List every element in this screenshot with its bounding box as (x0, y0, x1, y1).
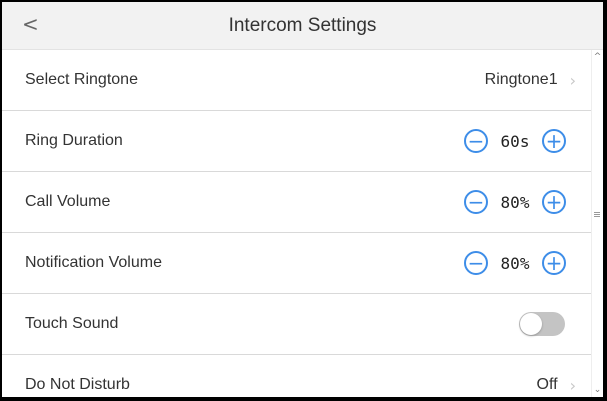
toggle-knob (520, 313, 542, 335)
ringtone-value: Ringtone1 (484, 71, 558, 88)
touch-sound-row: Touch Sound (2, 294, 592, 355)
scroll-down-icon[interactable]: ⌄ (593, 385, 602, 395)
chevron-right-icon: › (569, 375, 576, 395)
vertical-scrollbar[interactable]: ^ ⌄ (591, 50, 603, 397)
do-not-disturb-value: Off (536, 376, 558, 393)
settings-list: Select Ringtone Ringtone1 › Ring Duratio… (2, 50, 592, 397)
call-volume-value: 80% (500, 192, 530, 212)
do-not-disturb-control: Off › (537, 355, 582, 397)
select-ringtone-control: Ringtone1 › (485, 50, 582, 110)
minus-icon: − (467, 190, 485, 214)
do-not-disturb-row[interactable]: Do Not Disturb Off › (2, 355, 592, 397)
touch-sound-toggle[interactable] (519, 312, 565, 336)
touch-sound-control (519, 294, 582, 354)
ring-duration-label: Ring Duration (25, 132, 123, 149)
notification-volume-label: Notification Volume (25, 254, 162, 271)
notification-volume-plus-button[interactable]: + (542, 251, 566, 275)
ring-duration-stepper: − 60s + (464, 111, 566, 171)
notification-volume-row: Notification Volume − 80% + (2, 233, 592, 294)
notification-volume-value: 80% (500, 253, 530, 273)
scroll-up-icon[interactable]: ^ (593, 52, 602, 62)
page-title: Intercom Settings (228, 15, 377, 36)
ring-duration-row: Ring Duration − 60s + (2, 111, 592, 172)
ring-duration-value: 60s (500, 131, 530, 151)
plus-icon: + (545, 129, 563, 153)
select-ringtone-row[interactable]: Select Ringtone Ringtone1 › (2, 50, 592, 111)
header-bar: < Intercom Settings (2, 2, 603, 50)
minus-icon: − (467, 251, 485, 275)
call-volume-minus-button[interactable]: − (464, 190, 488, 214)
plus-icon: + (545, 251, 563, 275)
minus-icon: − (467, 129, 485, 153)
intercom-settings-screen: < Intercom Settings Select Ringtone Ring… (2, 2, 603, 397)
scroll-grip-icon[interactable] (594, 212, 600, 218)
touch-sound-label: Touch Sound (25, 315, 119, 332)
select-ringtone-label: Select Ringtone (25, 71, 138, 88)
ring-duration-plus-button[interactable]: + (542, 129, 566, 153)
notification-volume-stepper: − 80% + (464, 233, 566, 293)
call-volume-label: Call Volume (25, 193, 111, 210)
ring-duration-minus-button[interactable]: − (464, 129, 488, 153)
plus-icon: + (545, 190, 563, 214)
call-volume-row: Call Volume − 80% + (2, 172, 592, 233)
chevron-right-icon: › (569, 70, 576, 90)
call-volume-stepper: − 80% + (464, 172, 566, 232)
call-volume-plus-button[interactable]: + (542, 190, 566, 214)
notification-volume-minus-button[interactable]: − (464, 251, 488, 275)
do-not-disturb-label: Do Not Disturb (25, 376, 130, 393)
